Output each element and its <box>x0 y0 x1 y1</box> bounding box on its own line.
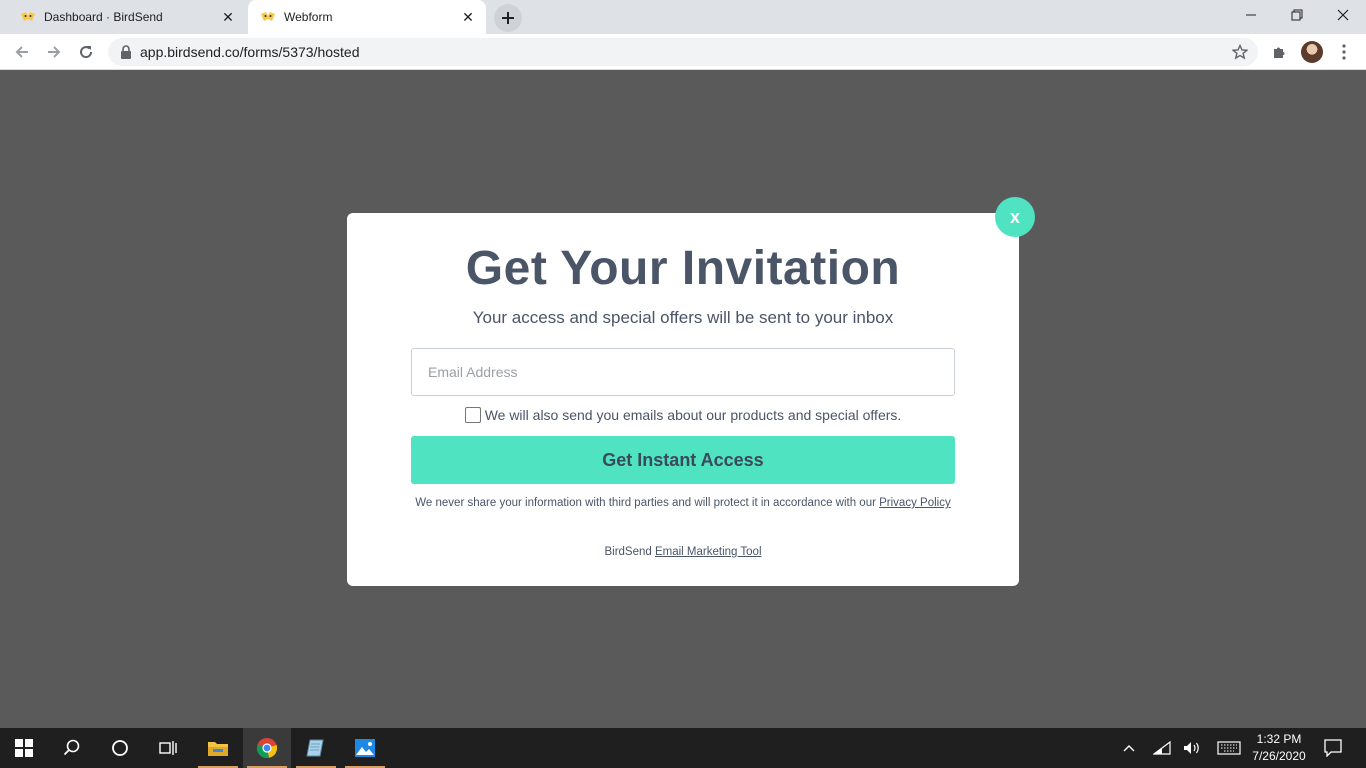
back-button[interactable] <box>8 38 36 66</box>
birdsend-favicon-icon <box>20 9 36 25</box>
action-center-button[interactable] <box>1320 728 1346 768</box>
system-clock[interactable]: 1:32 PM 7/26/2020 <box>1246 731 1312 765</box>
touch-keyboard-button[interactable] <box>1214 728 1244 768</box>
address-bar[interactable]: app.birdsend.co/forms/5373/hosted <box>108 38 1258 66</box>
bookmark-star-icon[interactable] <box>1232 44 1248 60</box>
reload-icon <box>80 46 93 59</box>
extensions-button[interactable] <box>1268 40 1292 64</box>
tab-dashboard[interactable]: Dashboard · BirdSend ✕ <box>8 0 246 34</box>
task-view-button[interactable] <box>144 728 192 768</box>
tab-title: Webform <box>284 10 333 24</box>
file-explorer-button[interactable] <box>194 728 242 768</box>
clock-time: 1:32 PM <box>1256 732 1302 746</box>
browser-menu-button[interactable] <box>1334 40 1354 64</box>
birdsend-favicon-icon <box>260 9 276 25</box>
window-minimize-button[interactable] <box>1228 0 1274 30</box>
browser-toolbar: app.birdsend.co/forms/5373/hosted <box>0 34 1366 70</box>
arrow-left-icon <box>15 46 28 58</box>
notepad-icon <box>306 739 324 757</box>
tab-webform[interactable]: Webform ✕ <box>248 0 486 34</box>
start-button[interactable] <box>0 728 48 768</box>
arrow-right-icon <box>48 46 61 58</box>
privacy-policy-link[interactable]: Privacy Policy <box>879 497 951 509</box>
windows-taskbar: 1:32 PM 7/26/2020 <box>0 728 1366 768</box>
modal-title: Get Your Invitation <box>465 242 901 295</box>
privacy-notice: We never share your information with thi… <box>411 494 955 512</box>
volume-tray-button[interactable] <box>1180 728 1204 768</box>
show-hidden-icons-button[interactable] <box>1118 728 1140 768</box>
restore-icon <box>1291 9 1303 21</box>
tab-close-icon[interactable]: ✕ <box>458 7 478 27</box>
search-icon <box>63 739 80 756</box>
email-marketing-tool-link[interactable]: Email Marketing Tool <box>655 546 762 558</box>
wifi-icon <box>1153 741 1171 755</box>
close-icon <box>1337 9 1349 21</box>
url-text: app.birdsend.co/forms/5373/hosted <box>140 44 360 60</box>
lock-icon <box>120 45 132 59</box>
kebab-menu-icon <box>1342 44 1346 60</box>
brand-footer: BirdSend Email Marketing Tool <box>347 546 1019 558</box>
browser-tab-strip: Dashboard · BirdSend ✕ Webform ✕ <box>0 0 1366 34</box>
puzzle-icon <box>1274 47 1285 58</box>
notepad-taskbar-button[interactable] <box>292 728 340 768</box>
notification-icon <box>1324 739 1342 757</box>
photos-icon <box>355 739 375 757</box>
signup-modal: Get Your Invitation Your access and spec… <box>347 213 1019 586</box>
chrome-icon <box>256 738 278 759</box>
cortana-button[interactable] <box>96 728 144 768</box>
profile-avatar[interactable] <box>1301 41 1323 63</box>
window-close-button[interactable] <box>1320 0 1366 30</box>
minimize-icon <box>1246 14 1256 16</box>
tab-close-icon[interactable]: ✕ <box>218 7 238 27</box>
window-restore-button[interactable] <box>1274 0 1320 30</box>
folder-icon <box>208 742 228 756</box>
brand-text: BirdSend <box>604 546 652 558</box>
consent-checkbox[interactable] <box>464 407 481 423</box>
windows-logo-icon <box>15 739 33 757</box>
get-instant-access-button[interactable]: Get Instant Access <box>411 436 955 484</box>
speaker-icon <box>1184 742 1199 754</box>
reload-button[interactable] <box>72 38 100 66</box>
modal-subtitle: Your access and special offers will be s… <box>472 308 894 327</box>
chevron-up-icon <box>1123 745 1135 752</box>
modal-close-button[interactable]: x <box>995 197 1035 237</box>
chrome-taskbar-button[interactable] <box>243 728 291 768</box>
tab-title: Dashboard · BirdSend <box>44 10 163 24</box>
consent-row[interactable]: We will also send you emails about our p… <box>347 407 1019 423</box>
plus-icon <box>502 12 514 24</box>
taskbar-search-button[interactable] <box>48 728 96 768</box>
new-tab-button[interactable] <box>494 4 522 32</box>
task-view-icon <box>159 741 177 755</box>
keyboard-icon <box>1217 741 1241 755</box>
forward-button[interactable] <box>40 38 68 66</box>
email-input[interactable] <box>411 348 955 396</box>
consent-label: We will also send you emails about our p… <box>484 407 902 423</box>
clock-date: 7/26/2020 <box>1252 749 1306 763</box>
cortana-circle-icon <box>112 740 128 756</box>
privacy-text: We never share your information with thi… <box>415 497 876 509</box>
photos-taskbar-button[interactable] <box>341 728 389 768</box>
network-tray-button[interactable] <box>1150 728 1174 768</box>
